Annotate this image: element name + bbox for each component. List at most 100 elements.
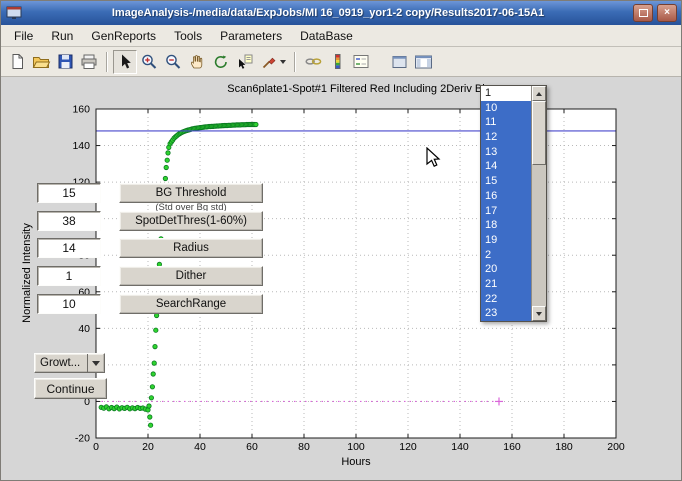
scroll-up-button[interactable]	[532, 86, 546, 101]
dropdown-list-item[interactable]: 15	[481, 174, 531, 189]
toolbar-separator	[106, 52, 108, 72]
y-axis-label: Normalized Intensity	[21, 223, 33, 323]
dropdown-list-item[interactable]: 18	[481, 218, 531, 233]
show-plot-tools-icon[interactable]	[411, 50, 435, 74]
dropdown-list-item[interactable]: 2	[481, 248, 531, 263]
growth-dropdown-arrow[interactable]	[87, 354, 104, 372]
dropdown-list-item[interactable]: 10	[481, 101, 531, 116]
menu-parameters[interactable]: Parameters	[211, 26, 291, 46]
maximize-icon	[639, 9, 648, 17]
menu-database[interactable]: DataBase	[291, 26, 362, 46]
figure-canvas: 020406080100120140160180200-200204060801…	[1, 77, 681, 480]
maximize-button[interactable]	[633, 4, 653, 22]
y-tick-label: 40	[78, 323, 90, 335]
dropdown-list-item[interactable]: 1	[481, 86, 531, 101]
x-tick-label: 60	[246, 441, 258, 453]
data-point	[151, 372, 155, 376]
new-document-icon[interactable]	[5, 50, 29, 74]
bg-threshold-button[interactable]: BG Threshold	[119, 183, 263, 203]
radius-input[interactable]	[37, 238, 101, 258]
open-folder-icon[interactable]	[29, 50, 53, 74]
dropdown-list-item[interactable]: 22	[481, 292, 531, 307]
app-window: ImageAnalysis-/media/data/ExpJobs/MI 16_…	[0, 0, 682, 481]
plot: 020406080100120140160180200-200204060801…	[1, 77, 681, 480]
link-plots-icon[interactable]	[301, 50, 325, 74]
dither-input[interactable]	[37, 266, 101, 286]
data-point	[150, 385, 154, 389]
dropdown-list-item[interactable]: 12	[481, 130, 531, 145]
brush-icon[interactable]	[257, 50, 289, 74]
x-tick-label: 80	[298, 441, 310, 453]
menu-file[interactable]: File	[5, 26, 42, 46]
dropdown-list-item[interactable]: 17	[481, 204, 531, 219]
data-point	[149, 396, 153, 400]
dropdown-list-item[interactable]: 16	[481, 189, 531, 204]
y-tick-label: -20	[75, 433, 90, 445]
hide-plot-tools-icon[interactable]	[387, 50, 411, 74]
x-tick-label: 0	[93, 441, 99, 453]
scroll-down-button[interactable]	[532, 306, 546, 321]
spotdetthres-input[interactable]	[37, 211, 101, 231]
dropdown-list-item[interactable]: 20	[481, 262, 531, 277]
growth-dropdown[interactable]: Growt...	[34, 353, 105, 373]
dropdown-list-item[interactable]: 19	[481, 233, 531, 248]
insert-legend-icon[interactable]	[349, 50, 373, 74]
menu-run[interactable]: Run	[42, 26, 82, 46]
data-point	[165, 158, 169, 162]
dither-button[interactable]: Dither	[119, 266, 263, 286]
brush-dropdown-caret[interactable]	[280, 60, 286, 64]
rotate-3d-icon[interactable]	[209, 50, 233, 74]
x-axis-label: Hours	[96, 456, 616, 468]
zoom-in-icon[interactable]	[137, 50, 161, 74]
data-cursor-icon[interactable]	[233, 50, 257, 74]
searchrange-button[interactable]: SearchRange	[119, 294, 263, 314]
menubar: File Run GenReports Tools Parameters Dat…	[1, 25, 681, 47]
data-point	[166, 151, 170, 155]
close-button[interactable]: ×	[657, 4, 677, 22]
x-tick-label: 180	[555, 441, 573, 453]
arrow-down-icon	[536, 312, 542, 316]
y-tick-label: 160	[72, 104, 90, 116]
data-point	[147, 404, 151, 408]
window-title: ImageAnalysis-/media/data/ExpJobs/MI 16_…	[27, 7, 629, 19]
menu-tools[interactable]: Tools	[165, 26, 211, 46]
continue-button[interactable]: Continue	[34, 378, 107, 399]
dropdown-list-item[interactable]: 23	[481, 306, 531, 321]
bg-threshold-sublabel: (Std over Bg std)	[119, 203, 263, 211]
data-point	[153, 344, 157, 348]
spotdetthres-button[interactable]: SpotDetThres(1-60%)	[119, 211, 263, 231]
x-tick-label: 120	[399, 441, 417, 453]
data-point	[148, 423, 152, 427]
searchrange-input[interactable]	[37, 294, 101, 314]
x-tick-label: 200	[607, 441, 625, 453]
x-tick-label: 100	[347, 441, 365, 453]
pan-hand-icon[interactable]	[185, 50, 209, 74]
app-icon	[5, 5, 23, 21]
zoom-out-icon[interactable]	[161, 50, 185, 74]
pointer-icon[interactable]	[113, 50, 137, 74]
menu-genreports[interactable]: GenReports	[82, 26, 165, 46]
radius-button[interactable]: Radius	[119, 238, 263, 258]
toolbar-separator	[294, 52, 296, 72]
data-point	[254, 122, 258, 126]
dropdown-list-item[interactable]: 13	[481, 145, 531, 160]
dropdown-list-item[interactable]: 21	[481, 277, 531, 292]
dropdown-list-item[interactable]: 11	[481, 115, 531, 130]
list-scrollbar[interactable]	[531, 86, 546, 321]
x-tick-label: 20	[142, 441, 154, 453]
toolbar	[1, 47, 681, 77]
insert-colorbar-icon[interactable]	[325, 50, 349, 74]
bg-threshold-input[interactable]	[37, 183, 101, 203]
data-point	[154, 328, 158, 332]
arrow-up-icon	[536, 92, 542, 96]
x-tick-label: 140	[451, 441, 469, 453]
titlebar[interactable]: ImageAnalysis-/media/data/ExpJobs/MI 16_…	[1, 1, 681, 25]
x-tick-label: 40	[194, 441, 206, 453]
save-icon[interactable]	[53, 50, 77, 74]
close-icon: ×	[664, 8, 670, 18]
scroll-thumb[interactable]	[532, 101, 546, 165]
print-icon[interactable]	[77, 50, 101, 74]
data-point	[152, 361, 156, 365]
dropdown-list-item[interactable]: 14	[481, 159, 531, 174]
data-point	[148, 415, 152, 419]
